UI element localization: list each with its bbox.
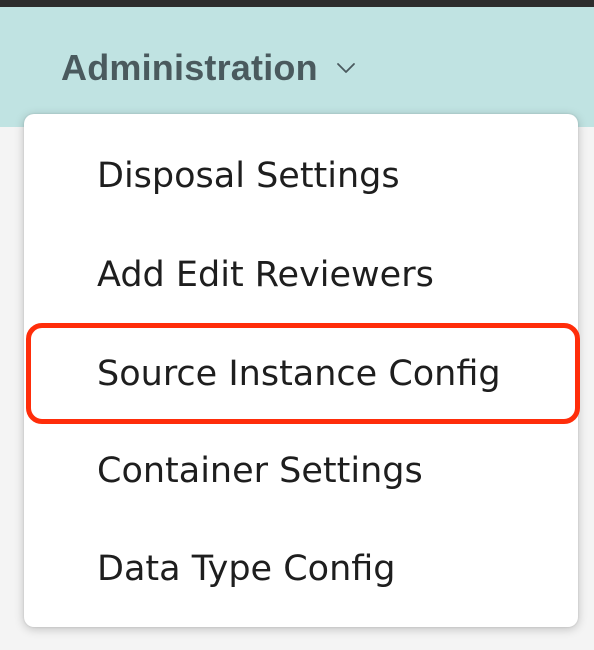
chevron-down-icon <box>336 63 355 73</box>
menu-item-container-settings[interactable]: Container Settings <box>24 431 578 511</box>
menu-item-disposal-settings[interactable]: Disposal Settings <box>24 136 578 216</box>
administration-dropdown-menu: Disposal Settings Add Edit Reviewers Sou… <box>24 114 578 627</box>
menu-item-label: Data Type Config <box>97 549 396 589</box>
menu-item-source-instance-config[interactable]: Source Instance Config <box>24 334 578 414</box>
menu-item-label: Container Settings <box>97 451 423 491</box>
administration-menu-label: Administration <box>61 47 318 88</box>
menu-item-add-edit-reviewers[interactable]: Add Edit Reviewers <box>24 235 578 315</box>
menu-item-label: Add Edit Reviewers <box>97 255 434 295</box>
top-nav-bar: Administration <box>0 7 594 127</box>
administration-menu-button[interactable]: Administration <box>61 43 356 93</box>
menu-item-data-type-config[interactable]: Data Type Config <box>24 529 578 609</box>
menu-item-label: Source Instance Config <box>97 354 501 394</box>
menu-item-label: Disposal Settings <box>97 156 400 196</box>
window-top-strip <box>0 0 594 7</box>
